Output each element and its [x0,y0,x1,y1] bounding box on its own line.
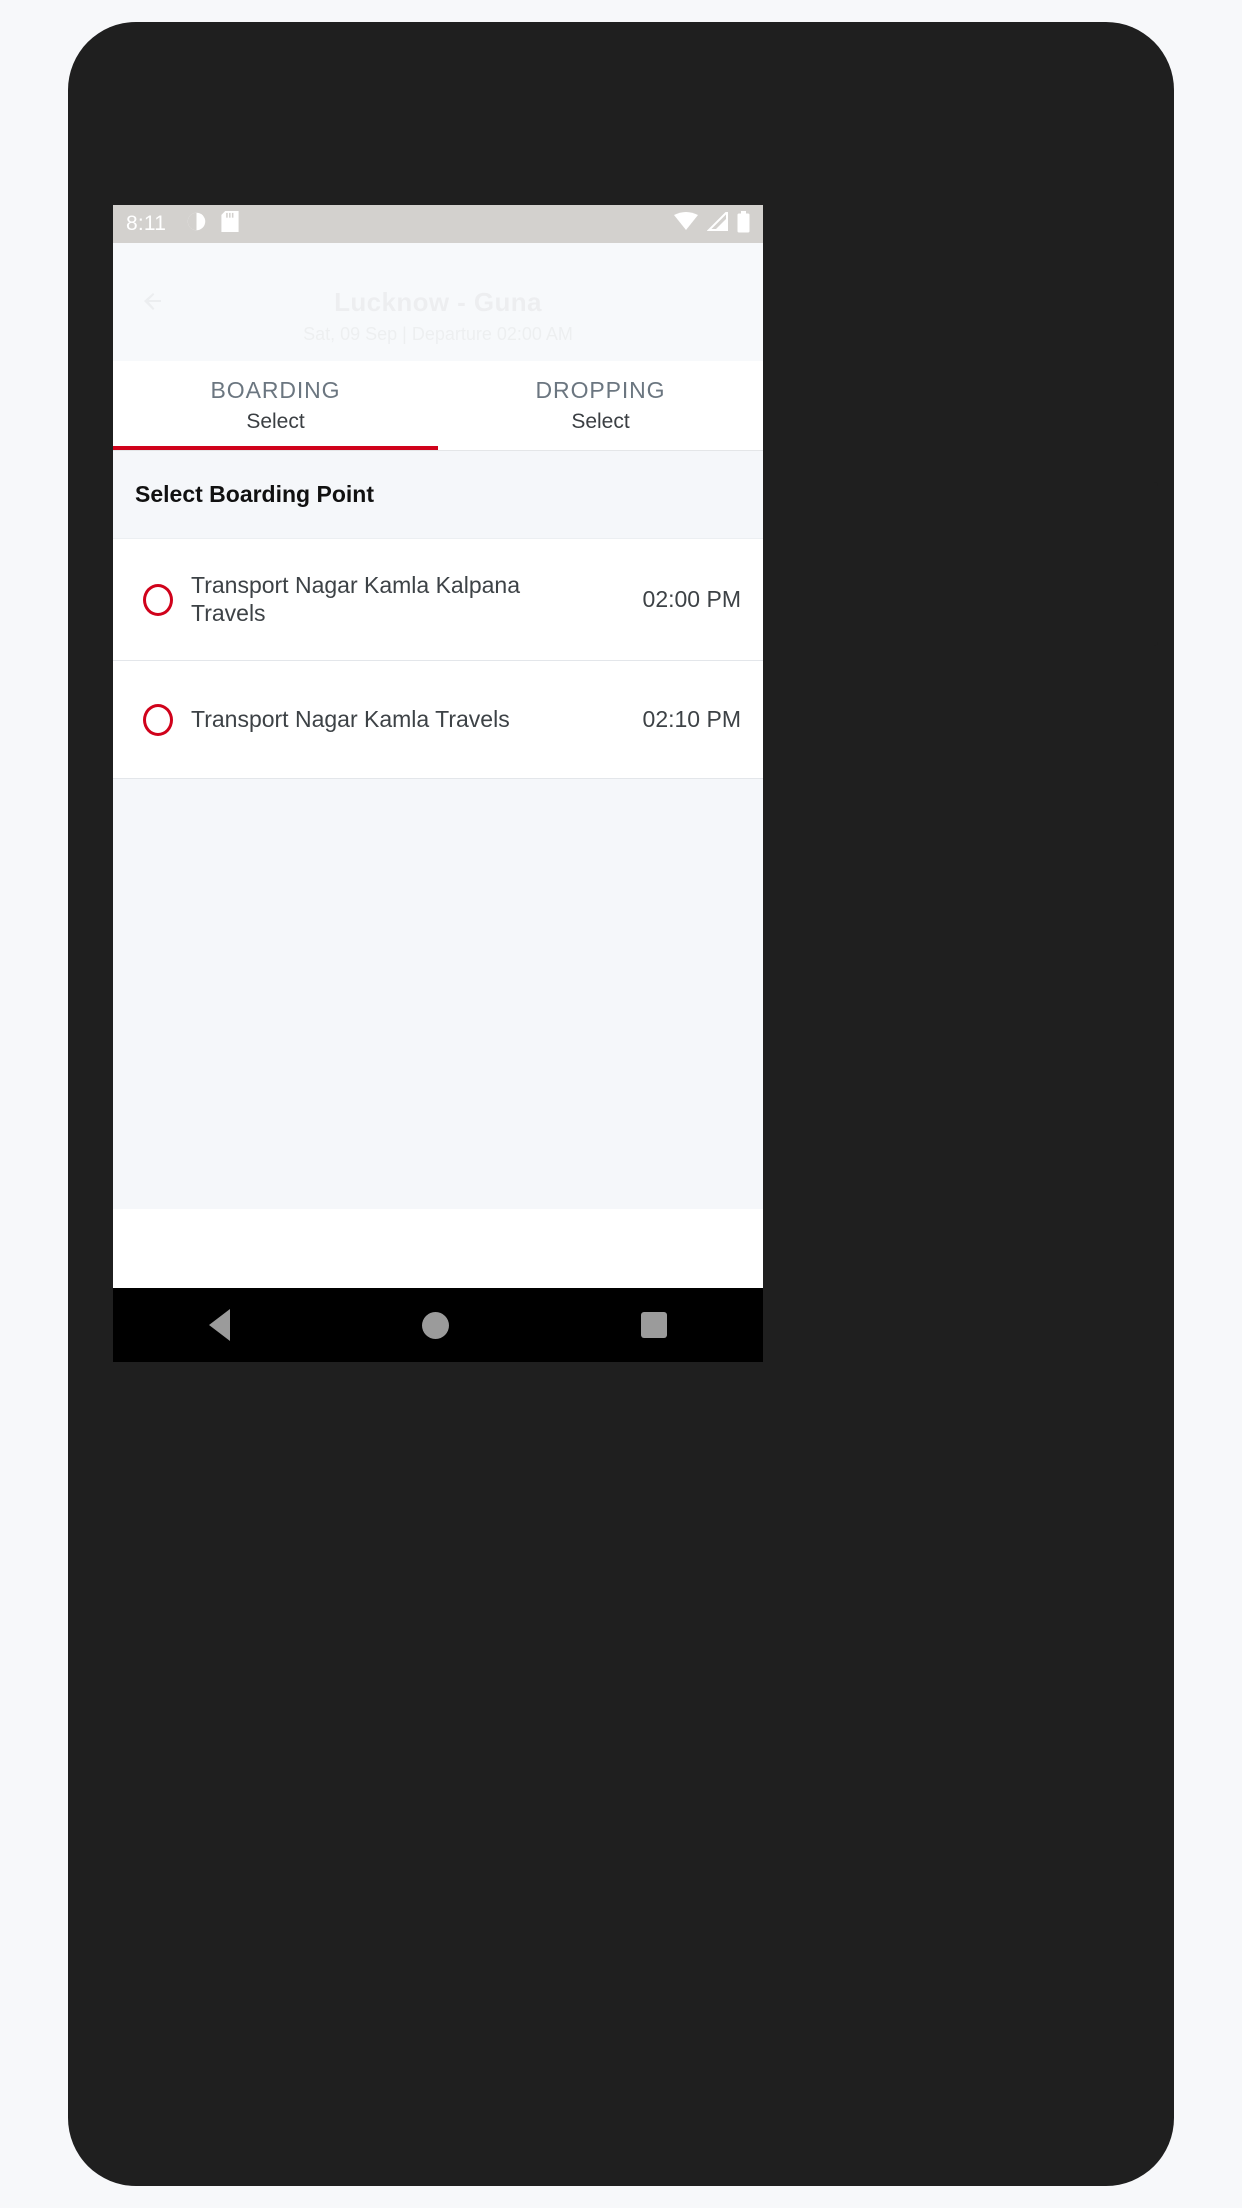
list-item[interactable]: Transport Nagar Kamla Kalpana Travels 02… [113,539,763,661]
status-left-icon-group [186,211,239,237]
do-not-disturb-icon [186,211,207,237]
status-bar: 8:11 [113,205,763,243]
cellular-signal-icon [706,209,728,236]
nav-recents-icon[interactable] [641,1312,667,1338]
radio-button-icon[interactable] [143,583,173,616]
tab-boarding-subtitle: Select [246,410,305,433]
app-header: Lucknow - Guna Sat, 09 Sep | Departure 0… [113,243,763,361]
header-title-block: Lucknow - Guna Sat, 09 Sep | Departure 0… [113,287,763,345]
page-title: Lucknow - Guna [113,287,763,318]
active-tab-indicator [113,446,438,450]
wifi-icon [674,212,698,236]
boarding-point-name: Transport Nagar Kamla Kalpana Travels [191,572,520,626]
power-button[interactable] [1142,482,1158,646]
page-subtitle: Sat, 09 Sep | Departure 02:00 AM [303,324,573,344]
sd-card-icon [221,211,239,237]
tab-bar: BOARDING Select DROPPING Select [113,361,763,451]
list-item[interactable]: Transport Nagar Kamla Travels 02:10 PM [113,661,763,779]
tab-dropping-title: DROPPING [535,377,666,403]
nav-home-icon[interactable] [422,1311,449,1339]
tab-boarding-title: BOARDING [210,377,341,403]
android-nav-bar [113,1288,763,1362]
boarding-point-time: 02:10 PM [642,706,741,732]
nav-back-icon[interactable] [209,1309,230,1341]
phone-screen: 8:11 Sat, 09 Sep | Departure 02:00 AM BO… [113,205,763,1362]
battery-icon [737,210,750,238]
tab-dropping[interactable]: DROPPING Select [438,361,763,450]
status-right-icon-group [674,209,750,238]
boarding-point-list: Transport Nagar Kamla Kalpana Travels 02… [113,539,763,1209]
radio-button-icon[interactable] [143,703,173,736]
section-heading: Select Boarding Point [113,451,763,539]
boarding-point-name: Transport Nagar Kamla Travels [191,705,510,732]
boarding-point-time: 02:00 PM [642,586,741,612]
tab-boarding[interactable]: BOARDING Select [113,361,438,450]
status-time: 8:11 [126,212,167,235]
empty-list-area [113,779,763,1209]
tab-dropping-subtitle: Select [571,410,630,433]
